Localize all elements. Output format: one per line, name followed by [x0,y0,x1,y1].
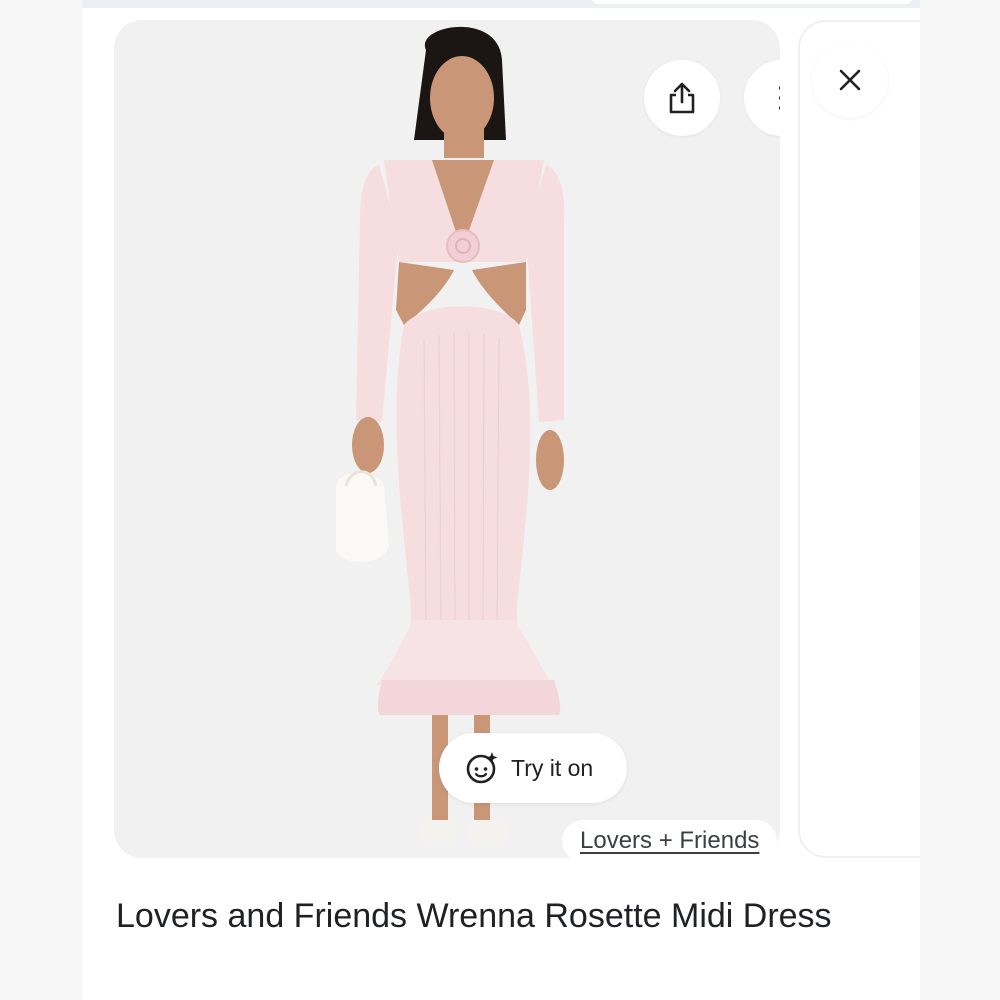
result-viewer: Try it on Lovers + Friends Lovers and Fr… [82,0,920,1000]
face-sparkle-icon [466,752,498,784]
close-icon [839,69,861,91]
share-button[interactable] [644,60,720,136]
product-title[interactable]: Lovers and Friends Wrenna Rosette Midi D… [116,890,896,942]
close-button[interactable] [812,42,888,118]
source-link[interactable]: Lovers + Friends [580,827,759,855]
try-it-on-label: Try it on [511,754,594,781]
more-vert-icon [779,85,780,111]
top-search-strip [82,0,920,8]
try-it-on-button[interactable]: Try it on [439,733,627,803]
product-photo [335,26,565,842]
search-bar-edge[interactable] [592,0,912,4]
next-result-card[interactable] [798,20,920,858]
source-link-chip[interactable]: Lovers + Friends [562,820,778,858]
product-image-card[interactable]: Try it on Lovers + Friends [114,20,780,858]
share-icon [669,82,695,114]
